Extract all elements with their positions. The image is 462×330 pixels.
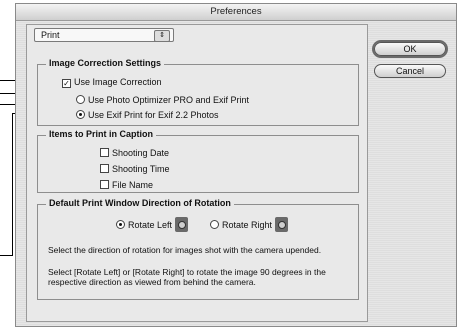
photo-optimizer-radio[interactable]: Use Photo Optimizer PRO and Exif Print	[76, 94, 249, 106]
image-correction-title: Image Correction Settings	[46, 58, 165, 68]
rotate-left-radio[interactable]: Rotate Left	[116, 217, 191, 232]
caption-group: Items to Print in Caption Shooting Date …	[37, 129, 359, 193]
checkbox-icon	[100, 164, 109, 173]
preferences-window: Preferences Print ⇕ OK Cancel Image Corr…	[15, 3, 457, 327]
shooting-date-checkbox[interactable]: Shooting Date	[100, 147, 169, 159]
dropdown-arrows-icon: ⇕	[154, 30, 170, 42]
callout-line-4-bottom	[0, 255, 13, 256]
radio-off-icon	[76, 95, 85, 104]
rotation-description-2: Select [Rotate Left] or [Rotate Right] t…	[48, 267, 326, 287]
rotate-right-radio[interactable]: Rotate Right	[210, 217, 291, 232]
shooting-date-label: Shooting Date	[112, 148, 170, 158]
radio-on-icon	[76, 110, 85, 119]
cancel-button[interactable]: Cancel	[374, 64, 446, 78]
rotation-title: Default Print Window Direction of Rotati…	[46, 198, 234, 208]
file-name-checkbox[interactable]: File Name	[100, 179, 153, 191]
shooting-time-checkbox[interactable]: Shooting Time	[100, 163, 170, 175]
camera-rotate-left-icon	[175, 217, 189, 232]
use-image-correction-checkbox[interactable]: ✓ Use Image Correction	[62, 76, 162, 88]
rotate-right-label: Rotate Right	[222, 220, 273, 230]
rotate-left-label: Rotate Left	[128, 220, 173, 230]
window-title: Preferences	[16, 4, 456, 21]
radio-on-icon	[116, 220, 125, 229]
checkbox-icon	[100, 180, 109, 189]
ok-button[interactable]: OK	[374, 42, 446, 56]
use-image-correction-label: Use Image Correction	[74, 77, 162, 87]
radio-off-icon	[210, 220, 219, 229]
rotation-description-1: Select the direction of rotation for ima…	[48, 245, 322, 255]
camera-rotate-right-icon	[275, 217, 289, 232]
checkbox-icon	[100, 148, 109, 157]
exif-print-label: Use Exif Print for Exif 2.2 Photos	[88, 110, 219, 120]
category-dropdown[interactable]: Print ⇕	[34, 28, 174, 42]
exif-print-radio[interactable]: Use Exif Print for Exif 2.2 Photos	[76, 109, 219, 121]
image-correction-group: Image Correction Settings ✓ Use Image Cor…	[37, 58, 359, 126]
category-dropdown-value: Print	[41, 30, 60, 40]
checkbox-checked-icon: ✓	[62, 79, 71, 88]
caption-title: Items to Print in Caption	[46, 129, 157, 139]
photo-optimizer-label: Use Photo Optimizer PRO and Exif Print	[88, 95, 250, 105]
file-name-label: File Name	[112, 180, 154, 190]
shooting-time-label: Shooting Time	[112, 164, 170, 174]
callout-line-4-vertical	[12, 113, 13, 255]
rotation-group: Default Print Window Direction of Rotati…	[37, 198, 359, 300]
